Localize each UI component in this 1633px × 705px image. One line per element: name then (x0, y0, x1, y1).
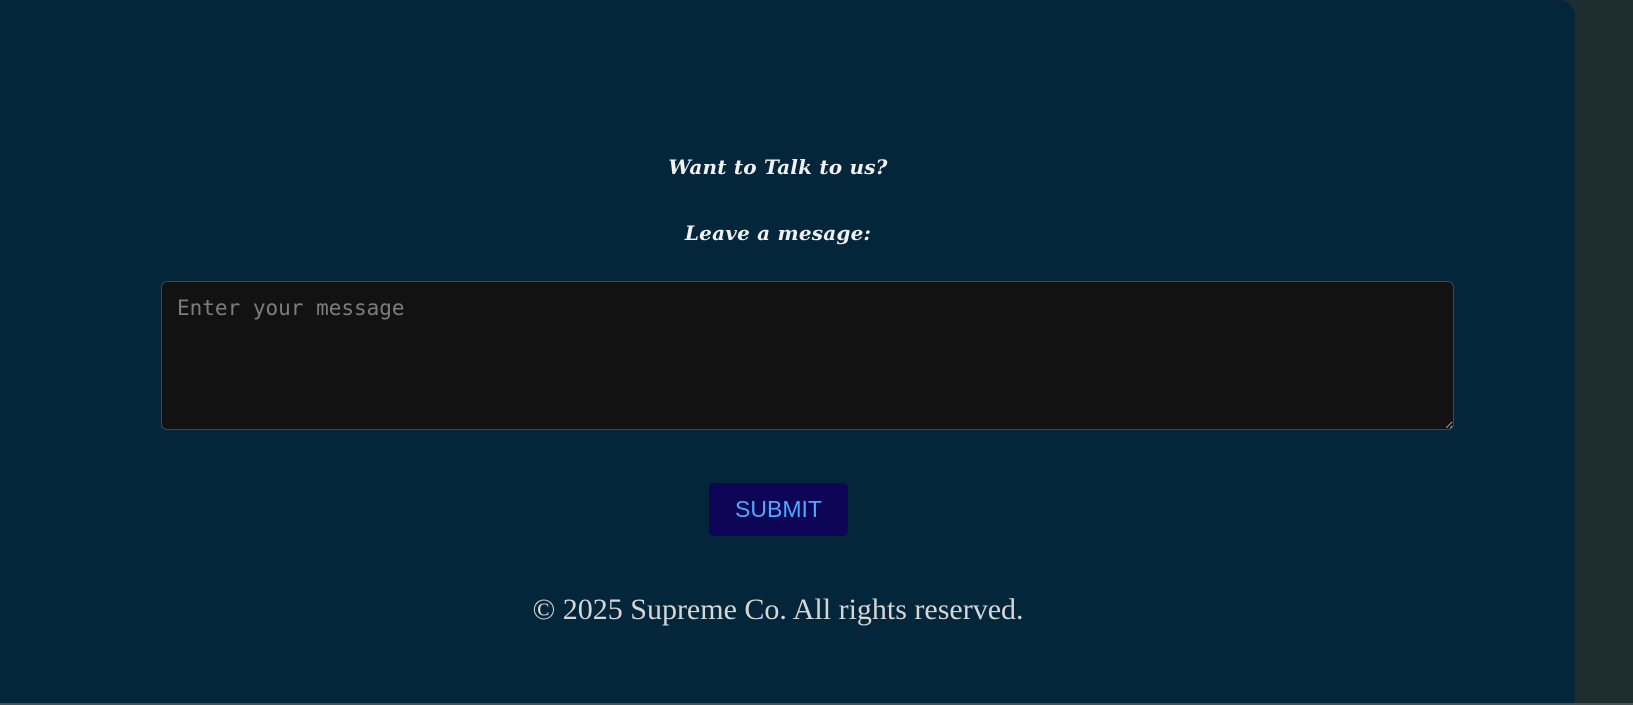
contact-subheading: Leave a mesage: (684, 221, 872, 245)
message-input[interactable] (161, 281, 1454, 430)
contact-heading: Want to Talk to us? (668, 155, 888, 179)
copyright-text: © 2025 Supreme Co. All rights reserved. (532, 593, 1024, 626)
submit-button[interactable]: SUBMIT (709, 483, 848, 536)
contact-panel: Want to Talk to us? Leave a mesage: SUBM… (0, 0, 1575, 703)
